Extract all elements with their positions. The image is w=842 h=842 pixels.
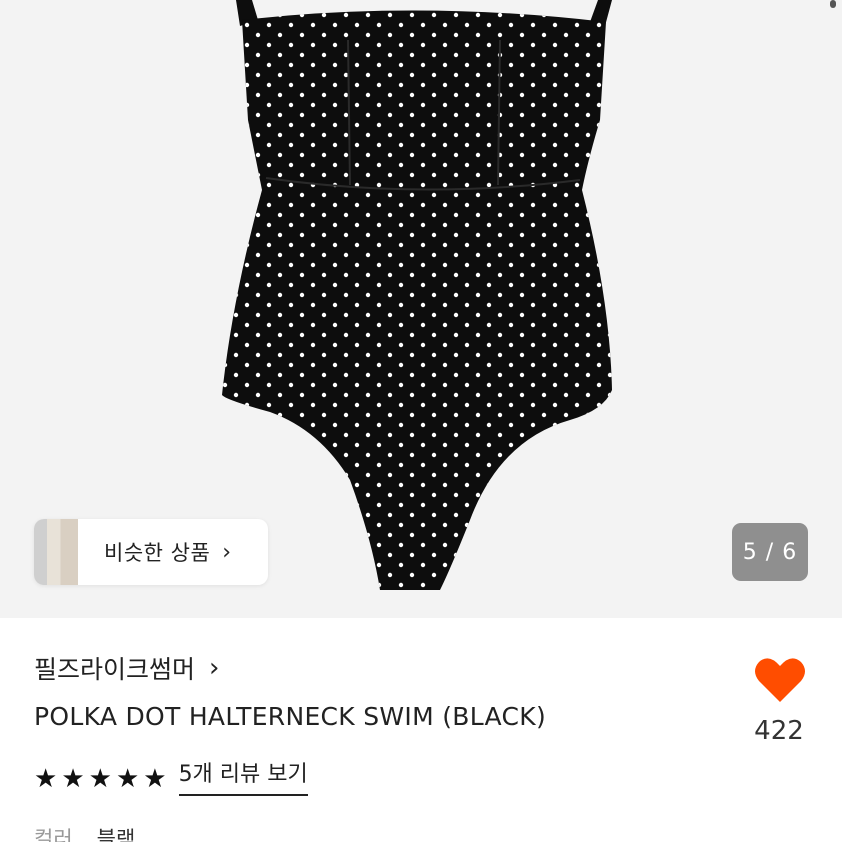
rating-row: ★ ★ ★ ★ ★ 5개 리뷰 보기 xyxy=(34,762,308,797)
chevron-right-icon: › xyxy=(209,653,220,683)
star-icon: ★ xyxy=(61,764,85,795)
similar-products-button[interactable]: 비슷한 상품 › xyxy=(34,519,268,585)
view-reviews-link[interactable]: 5개 리뷰 보기 xyxy=(178,762,308,797)
rating-stars: ★ ★ ★ ★ ★ xyxy=(34,766,167,792)
brand-name: 필즈라이크썸머 xyxy=(34,655,196,684)
star-icon: ★ xyxy=(34,764,58,795)
like-button[interactable] xyxy=(750,656,810,708)
option-value: 블랙 xyxy=(96,827,136,842)
similar-product-thumbnail xyxy=(34,519,78,585)
star-icon: ★ xyxy=(115,764,140,795)
product-detail-page: 비슷한 상품 › 5 / 6 필즈라이크썸머 › POLKA DOT HALTE… xyxy=(0,0,842,842)
heart-icon xyxy=(755,658,805,702)
option-label: 컬러 xyxy=(34,827,73,842)
color-option-row: 컬러 블랙 xyxy=(34,823,135,842)
product-image-gallery[interactable]: 비슷한 상품 › 5 / 6 xyxy=(0,0,842,618)
product-title: POLKA DOT HALTERNECK SWIM (BLACK) xyxy=(34,702,546,731)
star-icon: ★ xyxy=(143,764,167,795)
gallery-page-counter: 5 / 6 xyxy=(732,523,808,581)
chevron-right-icon: › xyxy=(222,539,232,565)
like-count: 422 xyxy=(754,716,804,746)
scroll-indicator xyxy=(830,0,836,8)
star-icon: ★ xyxy=(88,764,112,795)
similar-products-label: 비슷한 상품 xyxy=(104,541,211,565)
brand-link[interactable]: 필즈라이크썸머 › xyxy=(34,650,219,686)
